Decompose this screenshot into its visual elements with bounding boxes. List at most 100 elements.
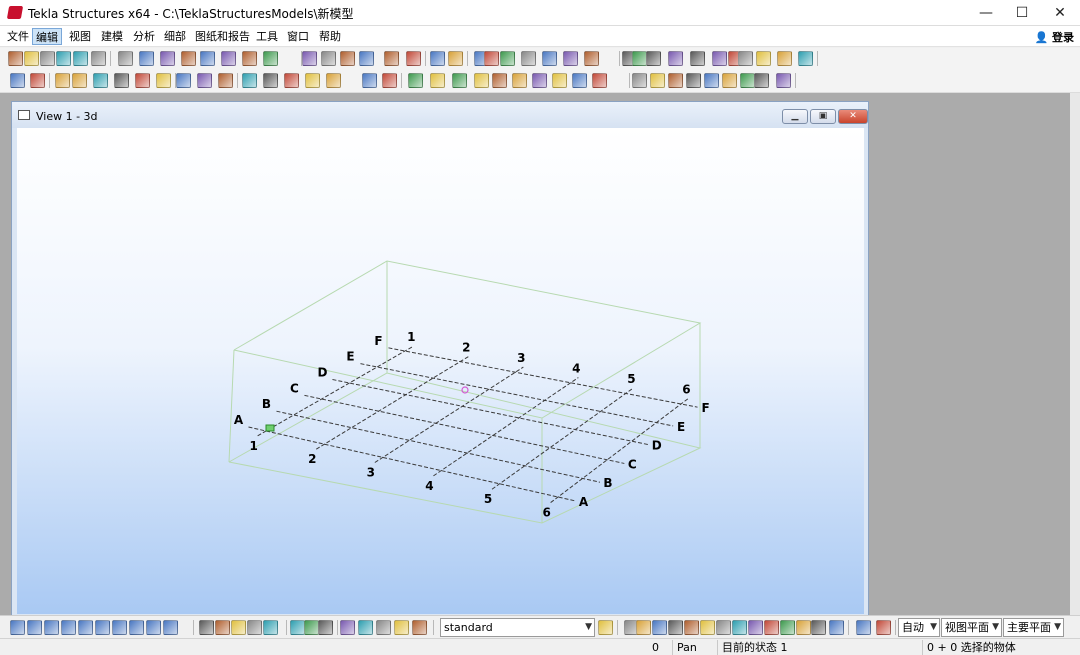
toolbar-tool-icon[interactable] [318,620,333,635]
toolbar-tool-icon[interactable] [563,51,578,66]
toolbar-tool-icon[interactable] [263,51,278,66]
toolbar-tool-icon[interactable] [384,51,399,66]
toolbar-tool-icon[interactable] [200,51,215,66]
toolbar-tool-icon[interactable] [30,73,45,88]
toolbar-tool-icon[interactable] [492,73,507,88]
login-link[interactable]: 👤 登录 [1034,29,1074,45]
maximize-button[interactable]: ☐ [1004,0,1040,26]
toolbar-tool-icon[interactable] [798,51,813,66]
toolbar-tool-icon[interactable] [359,51,374,66]
toolbar-tool-icon[interactable] [40,51,55,66]
toolbar-tool-icon[interactable] [592,73,607,88]
toolbar-tool-icon[interactable] [305,73,320,88]
toolbar-tool-icon[interactable] [73,51,88,66]
toolbar-tool-icon[interactable] [263,73,278,88]
toolbar-tool-icon[interactable] [8,51,23,66]
toolbar-tool-icon[interactable] [44,620,59,635]
toolbar-tool-icon[interactable] [163,620,178,635]
toolbar-tool-icon[interactable] [756,51,771,66]
menu-view[interactable]: 视图 [66,28,94,45]
main-plane-select[interactable]: 主要平面 ▼ [1003,618,1064,637]
toolbar-tool-icon[interactable] [542,51,557,66]
toolbar-tool-icon[interactable] [61,620,76,635]
toolbar-tool-icon[interactable] [24,51,39,66]
menu-edit[interactable]: 编辑 [32,28,62,45]
toolbar-tool-icon[interactable] [218,73,233,88]
toolbar-tool-icon[interactable] [197,73,212,88]
toolbar-tool-icon[interactable] [362,73,377,88]
toolbar-tool-icon[interactable] [406,51,421,66]
toolbar-tool-icon[interactable] [78,620,93,635]
view-close-button[interactable]: ✕ [838,109,868,124]
toolbar-tool-icon[interactable] [91,51,106,66]
toolbar-tool-icon[interactable] [686,73,701,88]
toolbar-tool-icon[interactable] [176,73,191,88]
menu-detail[interactable]: 细部 [161,28,189,45]
toolbar-tool-icon[interactable] [10,620,25,635]
toolbar-tool-icon[interactable] [112,620,127,635]
toolbar-tool-icon[interactable] [474,73,489,88]
toolbar-tool-icon[interactable] [811,620,826,635]
toolbar-tool-icon[interactable] [321,51,336,66]
toolbar-tool-icon[interactable] [856,620,871,635]
toolbar-tool-icon[interactable] [780,620,795,635]
toolbar-tool-icon[interactable] [382,73,397,88]
toolbar-tool-icon[interactable] [636,620,651,635]
menu-tools[interactable]: 工具 [253,28,281,45]
toolbar-tool-icon[interactable] [829,620,844,635]
snap-mode-select[interactable]: 自动 ▼ [898,618,940,637]
toolbar-tool-icon[interactable] [358,620,373,635]
toolbar-tool-icon[interactable] [93,73,108,88]
minimize-button[interactable]: — [968,0,1004,26]
toolbar-tool-icon[interactable] [146,620,161,635]
toolbar-tool-icon[interactable] [448,51,463,66]
menu-analysis[interactable]: 分析 [130,28,158,45]
view-title-bar[interactable]: View 1 - 3d ▁ ▣ ✕ [12,102,868,128]
toolbar-tool-icon[interactable] [56,51,71,66]
menu-drawings-reports[interactable]: 图纸和报告 [192,28,253,45]
menu-file[interactable]: 文件 [4,28,32,45]
toolbar-tool-icon[interactable] [500,51,515,66]
toolbar-tool-icon[interactable] [646,51,661,66]
toolbar-tool-icon[interactable] [668,620,683,635]
toolbar-tool-icon[interactable] [532,73,547,88]
menu-help[interactable]: 帮助 [316,28,344,45]
toolbar-tool-icon[interactable] [584,51,599,66]
toolbar-tool-icon[interactable] [139,51,154,66]
toolbar-tool-icon[interactable] [114,73,129,88]
toolbar-tool-icon[interactable] [221,51,236,66]
toolbar-tool-icon[interactable] [572,73,587,88]
toolbar-tool-icon[interactable] [748,620,763,635]
toolbar-tool-icon[interactable] [72,73,87,88]
toolbar-tool-icon[interactable] [247,620,262,635]
toolbar-tool-icon[interactable] [716,620,731,635]
toolbar-tool-icon[interactable] [700,620,715,635]
toolbar-tool-icon[interactable] [242,51,257,66]
toolbar-tool-icon[interactable] [652,620,667,635]
toolbar-tool-icon[interactable] [27,620,42,635]
model-3d-canvas[interactable]: AABBCCDDEEFF112233445566 [17,128,864,614]
toolbar-tool-icon[interactable] [412,620,427,635]
toolbar-tool-icon[interactable] [452,73,467,88]
toolbar-tool-icon[interactable] [118,51,133,66]
toolbar-tool-icon[interactable] [160,51,175,66]
toolbar-tool-icon[interactable] [777,51,792,66]
toolbar-tool-icon[interactable] [242,73,257,88]
toolbar-tool-icon[interactable] [632,73,647,88]
toolbar-tool-icon[interactable] [521,51,536,66]
toolbar-tool-icon[interactable] [326,73,341,88]
toolbar-tool-icon[interactable] [738,51,753,66]
toolbar-tool-icon[interactable] [712,51,727,66]
toolbar-tool-icon[interactable] [215,620,230,635]
toolbar-tool-icon[interactable] [376,620,391,635]
vertical-scrollbar[interactable] [1070,93,1080,615]
toolbar-tool-icon[interactable] [199,620,214,635]
toolbar-tool-icon[interactable] [263,620,278,635]
toolbar-tool-icon[interactable] [668,73,683,88]
toolbar-tool-icon[interactable] [632,51,647,66]
toolbar-tool-icon[interactable] [754,73,769,88]
toolbar-tool-icon[interactable] [684,620,699,635]
toolbar-tool-icon[interactable] [408,73,423,88]
toolbar-tool-icon[interactable] [484,51,499,66]
toolbar-tool-icon[interactable] [732,620,747,635]
